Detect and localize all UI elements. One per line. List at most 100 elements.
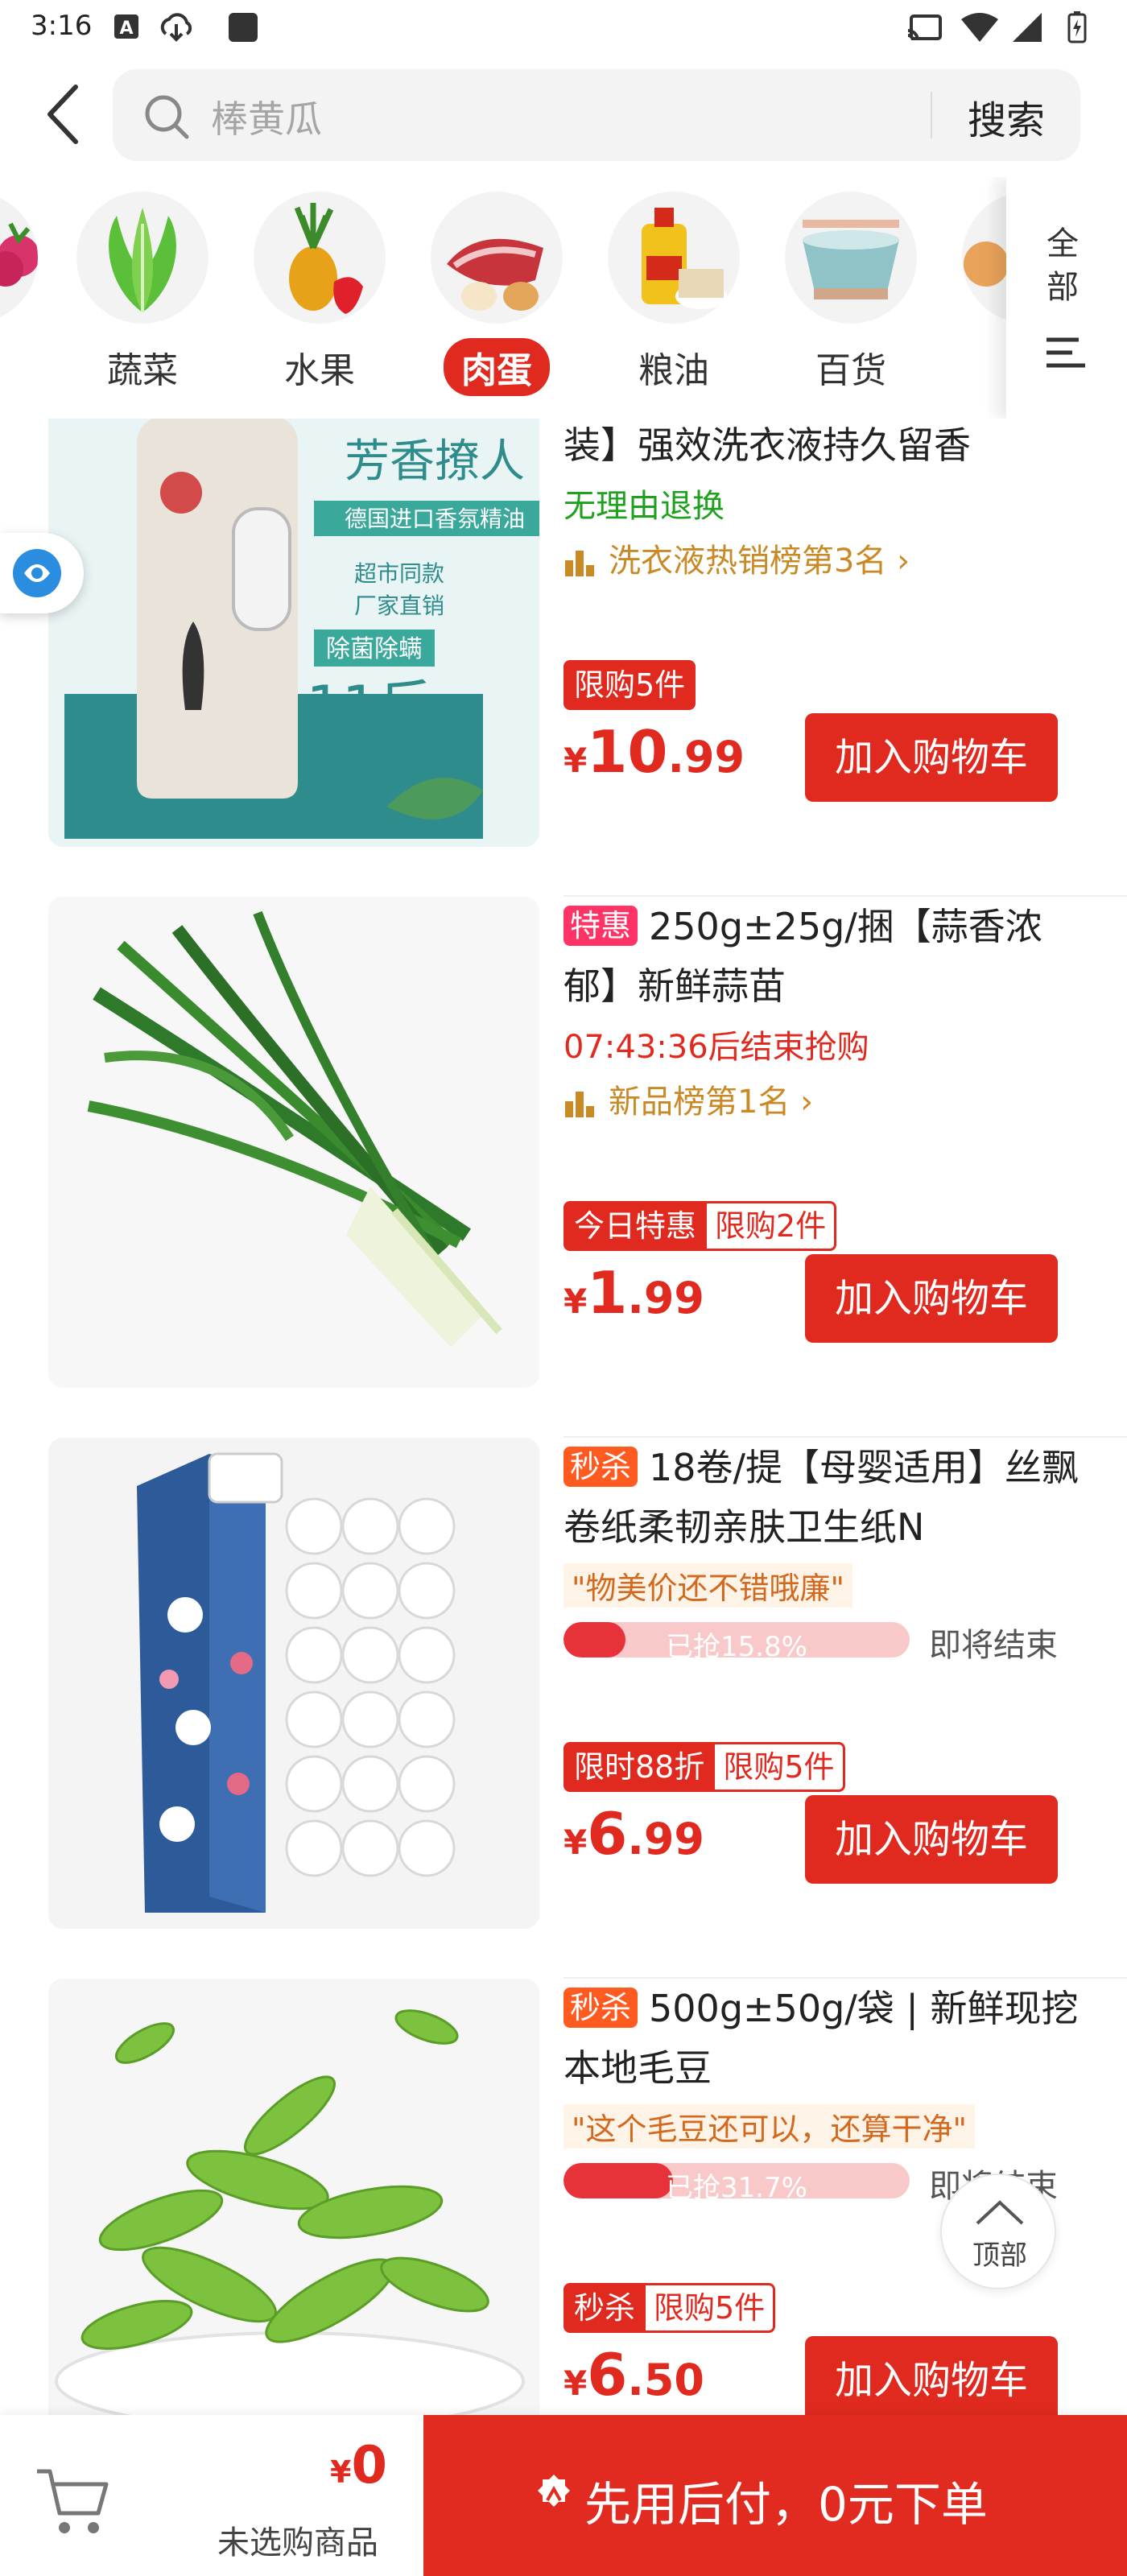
- category-image: [785, 192, 917, 324]
- category-item-grain-oil[interactable]: 粮油: [605, 192, 742, 409]
- product-list: 芳香撩人 德国进口香氛精油 超市同款 厂家直销 除菌除螨 11斤 5.5L/桶【…: [0, 419, 1127, 2415]
- promo-badge: 秒杀: [564, 2283, 646, 2333]
- product-card[interactable]: 芳香撩人 德国进口香氛精油 超市同款 厂家直销 除菌除螨 11斤 5.5L/桶【…: [0, 419, 1127, 879]
- promo-badge: 今日特惠: [564, 1201, 708, 1251]
- product-title: 特惠 250g±25g/捆【蒜香浓郁】新鲜蒜苗: [564, 905, 1042, 1008]
- add-to-cart-button[interactable]: 加入购物车: [805, 1795, 1058, 1884]
- category-label: 蔬菜: [107, 350, 178, 391]
- back-icon[interactable]: [39, 82, 95, 147]
- countdown: 07:43:36后结束抢购: [564, 1029, 869, 1066]
- svg-text:超市同款: 超市同款: [354, 560, 444, 587]
- review-quote: "这个毛豆还可以，还算干净": [564, 2104, 975, 2149]
- search-box[interactable]: 棒黄瓜 搜索: [113, 69, 1080, 161]
- review-quote: "物美价还不错哦廉": [564, 1563, 852, 1608]
- limit-badge: 限购5件: [646, 2283, 776, 2333]
- product-image-edamame: [48, 1979, 539, 2415]
- product-image-toilet-paper: [48, 1438, 539, 1929]
- product-info: 特惠 250g±25g/捆【蒜香浓郁】新鲜蒜苗 07:43:36后结束抢购 新品榜…: [564, 897, 1095, 1122]
- svg-text:A: A: [119, 19, 133, 39]
- chevron-up-icon: [976, 2200, 1024, 2225]
- app-square-icon: [229, 13, 258, 42]
- chevron-right-icon: ›: [886, 543, 910, 580]
- svg-text:11斤: 11斤: [306, 674, 434, 740]
- product-image-laundry-detergent: 芳香撩人 德国进口香氛精油 超市同款 厂家直销 除菌除螨 11斤: [48, 419, 539, 847]
- category-strip: 蔬菜 水果 肉蛋 粮油 百货 全部: [0, 177, 1127, 419]
- limit-badge: 限购2件: [707, 1201, 837, 1251]
- limit-badges: 限时88折 限购5件: [564, 1742, 845, 1792]
- battery-icon: [1067, 11, 1087, 43]
- progress-bar: 已抢15.8%: [564, 1622, 910, 1657]
- category-item-meat-egg[interactable]: 肉蛋: [428, 192, 565, 409]
- all-categories-button[interactable]: 全部: [1006, 177, 1127, 419]
- product-price: ¥1.99: [564, 1259, 705, 1327]
- rank-link[interactable]: 新品榜第1名 ›: [564, 1075, 1095, 1122]
- cart-icon[interactable]: [32, 2460, 113, 2541]
- category-item-fruit[interactable]: 水果: [251, 192, 388, 409]
- chevron-right-icon: ›: [790, 1084, 814, 1121]
- search-icon: [145, 95, 189, 139]
- product-price: ¥10.99: [564, 718, 745, 786]
- promo-badge: 限时88折: [564, 1742, 716, 1792]
- back-to-top-button[interactable]: 顶部: [940, 2174, 1056, 2289]
- category-item-partial[interactable]: [0, 192, 40, 409]
- svg-text:德国进口香氛精油: 德国进口香氛精油: [345, 506, 525, 532]
- product-title: 秒杀 500g±50g/袋 | 新鲜现挖本地毛豆: [564, 1987, 1079, 2090]
- category-label: 水果: [284, 350, 355, 391]
- search-input[interactable]: 棒黄瓜: [211, 90, 322, 143]
- product-price: ¥6.50: [564, 2341, 705, 2409]
- gear-badge-icon: [538, 2475, 570, 2507]
- progress-bar: 已抢31.7%: [564, 2163, 910, 2198]
- svg-text:✕: ✕: [1022, 29, 1034, 43]
- category-image: [76, 192, 208, 324]
- search-header: 棒黄瓜 搜索: [0, 58, 1127, 177]
- category-label: 肉蛋: [444, 338, 550, 396]
- product-price: ¥6.99: [564, 1800, 705, 1868]
- rank-link[interactable]: 洗衣液热销榜第3名 ›: [564, 535, 1095, 581]
- category-image: [0, 192, 38, 324]
- add-to-cart-button[interactable]: 加入购物车: [805, 1254, 1058, 1343]
- product-title: 秒杀 18卷/提【母婴适用】丝飘卷纸柔韧亲肤卫生纸N: [564, 1446, 1080, 1549]
- flash-sale-tag: 秒杀: [564, 1988, 638, 2028]
- category-label: 百货: [815, 350, 886, 391]
- all-categories-label: 全部: [1046, 225, 1079, 306]
- wifi-icon: [961, 13, 998, 42]
- category-item-vegetable[interactable]: 蔬菜: [74, 192, 211, 409]
- signal-icon: ✕: [1013, 13, 1042, 43]
- product-card[interactable]: 特惠 250g±25g/捆【蒜香浓郁】新鲜蒜苗 07:43:36后结束抢购 新品榜…: [0, 879, 1127, 1420]
- svg-text:厂家直销: 厂家直销: [354, 592, 444, 619]
- search-divider: [931, 92, 932, 138]
- status-bar: 3:16 A ✕: [0, 0, 1127, 58]
- rank-bars-icon: [565, 1092, 594, 1117]
- pay-later-button[interactable]: 先用后付，0元下单: [423, 2415, 1127, 2576]
- category-item-general-goods[interactable]: 百货: [782, 192, 919, 409]
- limit-badge: 限购5件: [564, 660, 696, 710]
- limit-badges: 秒杀 限购5件: [564, 2283, 776, 2333]
- progress-text: 已抢31.7%: [665, 2172, 807, 2198]
- no-selection-text: 未选购商品: [217, 2524, 378, 2562]
- pay-later-label: 先用后付，0元下单: [584, 2477, 988, 2532]
- status-time: 3:16: [31, 10, 93, 42]
- download-icon: [160, 13, 192, 42]
- add-to-cart-button[interactable]: 加入购物车: [805, 2336, 1058, 2415]
- product-card[interactable]: 秒杀 18卷/提【母婴适用】丝飘卷纸柔韧亲肤卫生纸N "物美价还不错哦廉" 已抢1…: [0, 1420, 1127, 1961]
- rank-text: 洗衣液热销榜第3名: [609, 543, 887, 580]
- rank-bars-icon: [565, 551, 594, 576]
- svg-text:除菌除螨: 除菌除螨: [326, 635, 423, 663]
- product-info: 秒杀 18卷/提【母婴适用】丝飘卷纸柔韧亲肤卫生纸N "物美价还不错哦廉" 已抢1…: [564, 1438, 1095, 1664]
- text-app-icon: A: [114, 14, 138, 39]
- return-policy: 无理由退换: [564, 488, 724, 525]
- assistant-icon: [13, 549, 61, 597]
- progress-text: 已抢15.8%: [665, 1631, 807, 1657]
- product-info: 秒杀 500g±50g/袋 | 新鲜现挖本地毛豆 "这个毛豆还可以，还算干净" 已…: [564, 1979, 1095, 2205]
- rank-text: 新品榜第1名: [609, 1084, 791, 1121]
- category-image: [431, 192, 563, 324]
- flash-sale-tag: 秒杀: [564, 1447, 638, 1487]
- limit-badges: 今日特惠 限购2件: [564, 1201, 837, 1251]
- add-to-cart-button[interactable]: 加入购物车: [805, 713, 1058, 802]
- category-label: 粮油: [638, 350, 709, 391]
- floating-assistant-button[interactable]: [0, 533, 84, 613]
- category-image: [254, 192, 386, 324]
- product-info: 5.5L/桶【复购100% 11斤超值装】强效洗衣液持久留香 无理由退换 洗衣液…: [564, 419, 1095, 581]
- search-button[interactable]: 搜索: [934, 89, 1079, 145]
- bottom-bar: ¥0 未选购商品 先用后付，0元下单: [0, 2415, 1127, 2576]
